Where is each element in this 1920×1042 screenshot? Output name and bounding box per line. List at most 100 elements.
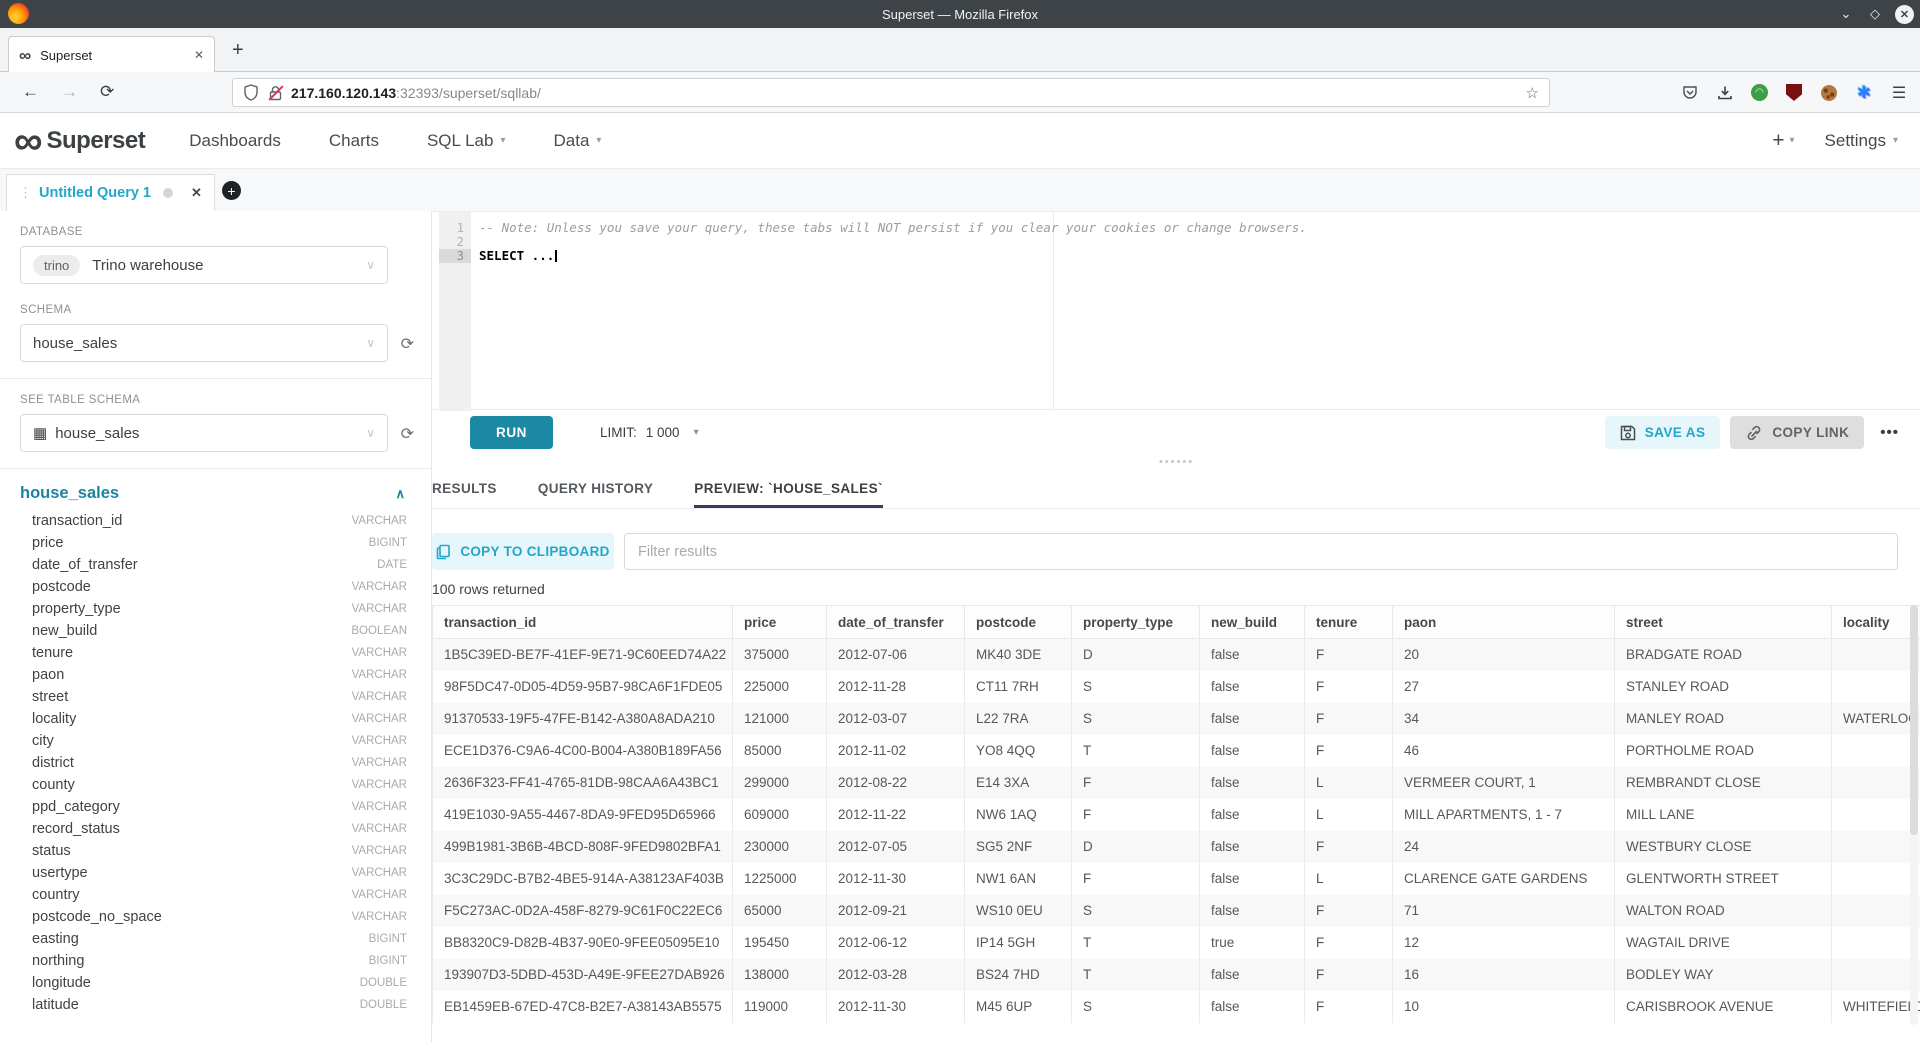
schema-column-postcode[interactable]: postcodeVARCHAR [20,576,411,598]
table-cell: BS24 7HD [965,959,1072,991]
schema-column-street[interactable]: streetVARCHAR [20,686,411,708]
back-icon[interactable]: ← [22,82,39,102]
results-scrollbar[interactable] [1910,605,1918,1025]
refresh-tables-icon[interactable]: ⟳ [401,424,414,444]
bookmark-star-icon[interactable]: ☆ [1526,84,1539,102]
results-tab-2[interactable]: PREVIEW: `HOUSE_SALES` [694,473,883,508]
window-maximize-icon[interactable]: ◇ [1866,6,1884,22]
table-row[interactable]: 1B5C39ED-BE7F-41EF-9E71-9C60EED74A223750… [433,639,1920,671]
browser-tab[interactable]: ∞ Superset ✕ [8,36,215,73]
editor-code[interactable]: -- Note: Unless you save your query, the… [471,212,1920,411]
copy-link-button[interactable]: COPY LINK [1730,416,1864,449]
limit-dropdown[interactable]: LIMIT: 1 000 ▾ [600,425,699,440]
url-bar[interactable]: 217.160.120.143:32393/superset/sqllab/ ☆ [232,78,1550,107]
chevron-up-icon[interactable]: ∧ [395,486,405,502]
table-cell: 20 [1393,639,1615,671]
sql-editor[interactable]: 1 2 3 -- Note: Unless you save your quer… [432,211,1920,410]
menu-hamburger-icon[interactable]: ☰ [1890,84,1908,102]
more-options-icon[interactable]: ••• [1880,424,1899,441]
insecure-lock-icon[interactable] [268,85,283,101]
column-header-price[interactable]: price [733,606,827,639]
refresh-schemas-icon[interactable]: ⟳ [401,334,414,354]
schema-column-date_of_transfer[interactable]: date_of_transferDATE [20,554,411,576]
column-header-new_build[interactable]: new_build [1200,606,1305,639]
schema-column-transaction_id[interactable]: transaction_idVARCHAR [20,510,411,532]
column-header-street[interactable]: street [1615,606,1832,639]
schema-column-record_status[interactable]: record_statusVARCHAR [20,818,411,840]
reload-icon[interactable]: ⟳ [100,82,114,102]
copy-to-clipboard-button[interactable]: COPY TO CLIPBOARD [432,533,614,570]
window-minimize-icon[interactable]: ⌄ [1837,6,1855,22]
new-tab-button[interactable]: + [232,40,244,60]
query-tab-untitled-query-1[interactable]: ⋮ Untitled Query 1 ✕ [6,174,215,211]
drag-handle-icon[interactable]: ⋮ [19,185,31,201]
schema-column-country[interactable]: countryVARCHAR [20,884,411,906]
schema-column-paon[interactable]: paonVARCHAR [20,664,411,686]
column-header-locality[interactable]: locality [1832,606,1920,639]
schema-column-postcode_no_space[interactable]: postcode_no_spaceVARCHAR [20,906,411,928]
save-as-button[interactable]: SAVE AS [1605,416,1721,449]
table-select[interactable]: ▦ house_sales ∨ [20,414,388,452]
ublock-origin-icon[interactable] [1785,84,1803,102]
window-close-icon[interactable]: ✕ [1895,5,1914,24]
schema-column-latitude[interactable]: latitudeDOUBLE [20,994,411,1016]
nav-item-charts[interactable]: Charts [329,131,379,151]
column-header-tenure[interactable]: tenure [1305,606,1393,639]
database-select[interactable]: trino Trino warehouse ∨ [20,246,388,284]
column-header-paon[interactable]: paon [1393,606,1615,639]
schema-column-property_type[interactable]: property_typeVARCHAR [20,598,411,620]
add-query-tab-button[interactable]: + [222,181,241,200]
forward-icon[interactable]: → [61,82,78,102]
schema-column-tenure[interactable]: tenureVARCHAR [20,642,411,664]
mask-extension-icon[interactable]: ◠ [1751,84,1768,101]
settings-menu[interactable]: Settings▾ [1825,131,1898,151]
schema-column-county[interactable]: countyVARCHAR [20,774,411,796]
column-header-postcode[interactable]: postcode [965,606,1072,639]
table-row[interactable]: ECE1D376-C9A6-4C00-B004-A380B189FA568500… [433,735,1920,767]
downloads-icon[interactable] [1716,84,1734,102]
resize-grip-icon[interactable]: •••••• [432,458,1920,466]
results-tab-0[interactable]: RESULTS [432,473,497,508]
nav-item-data[interactable]: Data▾ [553,131,601,151]
cookie-extension-icon[interactable] [1820,84,1838,102]
table-row[interactable]: 193907D3-5DBD-453D-A49E-9FEE27DAB9261380… [433,959,1920,991]
nav-item-sql-lab[interactable]: SQL Lab▾ [427,131,506,151]
add-new-button[interactable]: +▾ [1772,129,1794,153]
column-header-date_of_transfer[interactable]: date_of_transfer [827,606,965,639]
schema-column-status[interactable]: statusVARCHAR [20,840,411,862]
schema-column-easting[interactable]: eastingBIGINT [20,928,411,950]
results-tab-1[interactable]: QUERY HISTORY [538,473,653,508]
multi-account-container-icon[interactable]: ✱ [1855,84,1873,102]
table-schema-header[interactable]: house_sales ∧ [20,484,411,503]
table-row[interactable]: F5C273AC-0D2A-458F-8279-9C61F0C22EC66500… [433,895,1920,927]
pocket-icon[interactable] [1681,84,1699,102]
column-header-property_type[interactable]: property_type [1072,606,1200,639]
table-row[interactable]: 2636F323-FF41-4765-81DB-98CAA6A43BC12990… [433,767,1920,799]
schema-column-price[interactable]: priceBIGINT [20,532,411,554]
table-row[interactable]: 499B1981-3B6B-4BCD-808F-9FED9802BFA12300… [433,831,1920,863]
column-header-transaction_id[interactable]: transaction_id [433,606,733,639]
schema-column-city[interactable]: cityVARCHAR [20,730,411,752]
query-tab-close-icon[interactable]: ✕ [191,185,202,201]
schema-column-usertype[interactable]: usertypeVARCHAR [20,862,411,884]
schema-column-locality[interactable]: localityVARCHAR [20,708,411,730]
nav-item-dashboards[interactable]: Dashboards [189,131,281,151]
table-row[interactable]: 98F5DC47-0D05-4D59-95B7-98CA6F1FDE052250… [433,671,1920,703]
schema-select[interactable]: house_sales ∨ [20,324,388,362]
table-row[interactable]: 3C3C29DC-B7B2-4BE5-914A-A38123AF403B1225… [433,863,1920,895]
table-cell: S [1072,991,1200,1023]
schema-column-northing[interactable]: northingBIGINT [20,950,411,972]
table-row[interactable]: BB8320C9-D82B-4B37-90E0-9FEE05095E101954… [433,927,1920,959]
schema-column-new_build[interactable]: new_buildBOOLEAN [20,620,411,642]
schema-column-longitude[interactable]: longitudeDOUBLE [20,972,411,994]
run-button[interactable]: RUN [470,416,553,449]
table-row[interactable]: EB1459EB-67ED-47C8-B2E7-A38143AB55751190… [433,991,1920,1023]
schema-column-ppd_category[interactable]: ppd_categoryVARCHAR [20,796,411,818]
tab-close-icon[interactable]: ✕ [194,48,204,62]
superset-logo[interactable]: ∞ Superset [14,125,145,157]
tracking-protection-shield-icon[interactable] [243,84,259,101]
table-row[interactable]: 419E1030-9A55-4467-8DA9-9FED95D659666090… [433,799,1920,831]
table-row[interactable]: 91370533-19F5-47FE-B142-A380A8ADA2101210… [433,703,1920,735]
filter-results-input[interactable] [624,533,1898,570]
schema-column-district[interactable]: districtVARCHAR [20,752,411,774]
